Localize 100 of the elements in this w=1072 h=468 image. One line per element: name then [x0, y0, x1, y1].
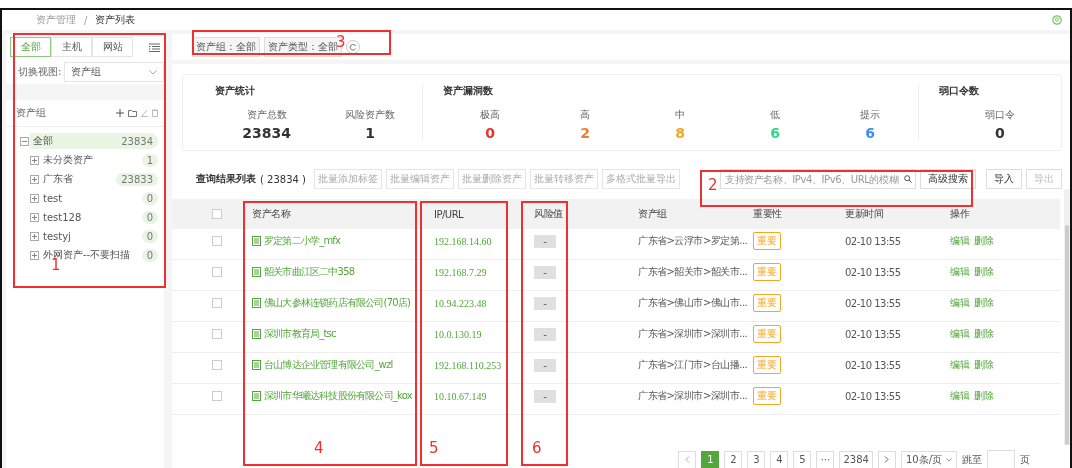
tab[interactable]: 全部 [10, 37, 51, 57]
tree-node[interactable]: test128 0 [30, 209, 158, 225]
page-size-select[interactable]: 10条/页 [900, 450, 957, 468]
breadcrumb-item[interactable]: 资产管理 [36, 13, 76, 27]
chevron-icon[interactable] [149, 69, 157, 75]
document-icon [252, 236, 261, 246]
batch-button[interactable]: 批量删除资产 [458, 169, 526, 189]
checkbox[interactable] [212, 298, 222, 308]
risk-value: - [534, 265, 556, 279]
checkbox[interactable] [212, 329, 222, 339]
tab[interactable]: 网站 [92, 37, 133, 57]
action-link[interactable]: 删除 [974, 296, 994, 310]
tree-node[interactable]: testyj 0 [30, 228, 158, 244]
list-icon[interactable] [149, 42, 160, 52]
table-cell-text: 广东省>佛山市>佛山市... [638, 296, 749, 310]
stat-value: 23834 [242, 125, 292, 141]
batch-button[interactable]: 批量添加标签 [314, 169, 382, 189]
help-icon[interactable] [1052, 15, 1062, 25]
search-icon[interactable] [904, 175, 912, 183]
checkbox[interactable] [212, 236, 222, 246]
page-button[interactable]: 2 [724, 450, 743, 468]
action-link[interactable]: 删除 [974, 327, 994, 341]
batch-button[interactable]: 批量编辑资产 [386, 169, 454, 189]
checkbox[interactable] [212, 391, 222, 401]
page-button[interactable]: 5 [793, 450, 812, 468]
action-link[interactable]: 编辑 [950, 296, 970, 310]
chevron-down-icon[interactable] [946, 457, 952, 462]
stat-value: 6 [865, 125, 875, 141]
action-link[interactable]: 编辑 [950, 265, 970, 279]
delete-icon[interactable] [152, 109, 158, 117]
expand-icon[interactable] [30, 193, 39, 203]
search-field[interactable]: 支持资产名称、IPv4、IPv6、URL的模糊 [720, 169, 916, 189]
folder-icon[interactable] [128, 109, 137, 117]
stat-label: 弱口令 [984, 108, 1015, 122]
table-cell-text: 广东省>云浮市>罗定第... [638, 234, 749, 248]
add-icon[interactable] [116, 109, 124, 117]
action-link[interactable]: 编辑 [950, 389, 970, 403]
page-button[interactable]: 1 [701, 450, 720, 468]
column-header: 重要性 [753, 207, 783, 221]
risk-value: - [534, 389, 556, 403]
tree-node[interactable]: test 0 [30, 190, 158, 206]
action-link[interactable]: 删除 [974, 358, 994, 372]
action-link[interactable]: 删除 [974, 234, 994, 248]
edit-icon[interactable] [141, 109, 148, 117]
chevron-right-icon[interactable] [884, 456, 890, 463]
page-button[interactable]: 3 [747, 450, 766, 468]
tree-node[interactable]: 全部 23834 [20, 133, 158, 149]
export-button[interactable]: 导出 [1026, 169, 1062, 189]
chevron-left-icon[interactable] [684, 456, 690, 463]
import-button[interactable]: 导入 [986, 169, 1022, 189]
next-page-button[interactable] [877, 450, 896, 468]
table-cell-text: 02-10 13:55 [845, 297, 902, 309]
document-icon [252, 329, 261, 339]
document-icon [252, 298, 261, 308]
action-link[interactable]: 编辑 [950, 234, 970, 248]
column-header: 风险值 [534, 207, 564, 221]
asset-name-link[interactable]: 深圳市教育局_tsc [264, 327, 336, 341]
asset-name-link[interactable]: 佛山大参林连锁药店有限公司(70店) [264, 296, 411, 310]
importance-tag: 重要 [753, 232, 781, 250]
stat-label: 极高 [480, 108, 501, 122]
batch-button[interactable]: 多格式批量导出 [602, 169, 680, 189]
tree-node[interactable]: 广东省 23833 [30, 171, 158, 187]
scrollbar[interactable] [1064, 189, 1070, 445]
prev-page-button[interactable] [678, 450, 697, 468]
page-input[interactable] [987, 450, 1015, 468]
checkbox[interactable] [212, 360, 222, 370]
tree-node[interactable]: 未分类资产 1 [30, 152, 158, 168]
expand-icon[interactable] [30, 174, 39, 184]
expand-icon[interactable] [30, 155, 39, 165]
result-count: ( 23834 ) [260, 173, 306, 185]
action-link[interactable]: 编辑 [950, 358, 970, 372]
table-cell-text: 192.168.110.253 [434, 359, 503, 371]
expand-icon[interactable] [30, 231, 39, 241]
group-title: 资产组 [16, 106, 46, 120]
action-link[interactable]: 编辑 [950, 327, 970, 341]
stat-label: 风险资产数 [345, 108, 396, 122]
page-button[interactable]: 4 [770, 450, 789, 468]
tab[interactable]: 主机 [51, 37, 92, 57]
expand-icon[interactable] [30, 212, 39, 222]
stat-value: 1 [365, 125, 375, 141]
risk-value: - [534, 327, 556, 341]
view-select[interactable]: 资产组 [64, 62, 164, 82]
jump-label: 跳至 [962, 452, 982, 467]
column-header: 更新时间 [845, 207, 884, 221]
page-button[interactable]: 2384 [839, 450, 873, 468]
page-button[interactable]: ··· [816, 450, 835, 468]
asset-name-link[interactable]: 罗定第二小学_mfx [264, 234, 341, 248]
checkbox[interactable] [212, 267, 222, 277]
stat-label: 低 [770, 108, 781, 122]
action-link[interactable]: 删除 [974, 389, 994, 403]
checkbox[interactable] [212, 209, 222, 219]
risk-value: - [534, 234, 556, 248]
collapse-icon[interactable] [20, 136, 29, 146]
asset-name-link[interactable]: 韶关市曲江区二中358 [264, 265, 355, 279]
action-link[interactable]: 删除 [974, 265, 994, 279]
expand-icon[interactable] [30, 250, 39, 260]
asset-name-link[interactable]: 台山博达企业管理有限公司_wzl [264, 358, 393, 372]
batch-button[interactable]: 批量转移资产 [530, 169, 598, 189]
asset-name-link[interactable]: 深圳市华曦达科技股份有限公司_kox [264, 389, 412, 403]
table-cell-text: 10.0.130.19 [434, 328, 483, 340]
